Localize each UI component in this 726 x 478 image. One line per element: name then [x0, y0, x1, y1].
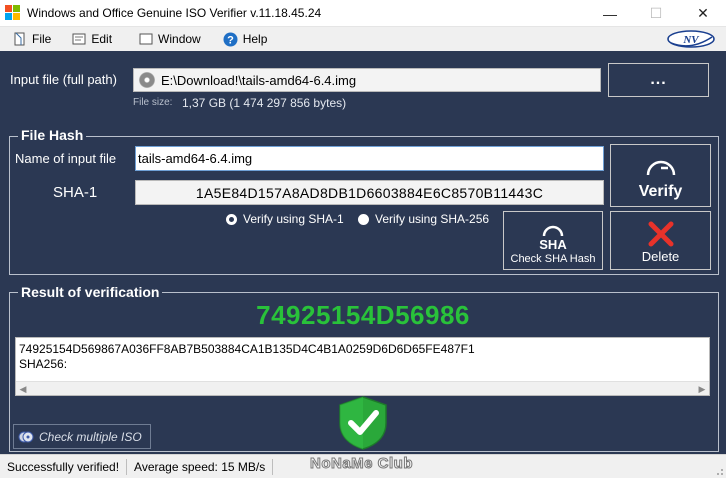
file-hash-title: File Hash: [18, 127, 87, 143]
delete-x-icon: [648, 221, 673, 247]
help-icon: ?: [223, 32, 239, 46]
close-button[interactable]: ✕: [680, 0, 726, 27]
status-speed: Average speed: 15 MB/s: [134, 459, 266, 474]
check-sha-label: Check SHA Hash: [510, 253, 596, 265]
edit-icon: [71, 32, 87, 46]
shield-check-icon: [339, 396, 387, 450]
horizontal-scrollbar[interactable]: ◀ ▶: [16, 381, 709, 395]
menu-file[interactable]: File: [6, 28, 57, 50]
maximize-button[interactable]: ☐: [633, 0, 679, 27]
radio-sha256[interactable]: Verify using SHA-256: [358, 212, 489, 226]
status-separator: [272, 458, 274, 475]
check-multiple-label: Check multiple ISO: [39, 429, 142, 444]
resize-grip-icon[interactable]: [714, 466, 724, 476]
name-of-input-field[interactable]: tails-amd64-6.4.img: [135, 146, 604, 171]
sha-icon: SHA: [539, 225, 567, 252]
watermark: NoNaMe Club: [310, 455, 414, 473]
radio-sha256-label: Verify using SHA-256: [375, 212, 490, 226]
result-title: Result of verification: [18, 284, 163, 300]
verify-button[interactable]: Verify: [610, 144, 711, 207]
check-sha-button[interactable]: SHA Check SHA Hash: [503, 211, 603, 270]
menu-bar: File Edit Window ? Help: [0, 27, 726, 51]
svg-text:?: ?: [227, 34, 234, 46]
window-title: Windows and Office Genuine ISO Verifier …: [27, 6, 322, 20]
logo-text: NV: [682, 34, 700, 46]
radio-sha1-label: Verify using SHA-1: [243, 212, 344, 226]
app-icon: [5, 5, 21, 21]
multi-disc-icon: [18, 431, 34, 442]
scroll-left-icon[interactable]: ◀: [16, 382, 30, 396]
input-file-label: Input file (full path): [10, 72, 117, 87]
menu-help[interactable]: ? Help: [217, 28, 274, 50]
minimize-button[interactable]: —: [587, 0, 633, 27]
result-code: 74925154D56986: [256, 300, 470, 330]
input-path-value: E:\Download!\tails-amd64-6.4.img: [161, 72, 357, 88]
name-of-input-label: Name of input file: [15, 151, 117, 166]
radio-sha1[interactable]: Verify using SHA-1: [226, 212, 344, 226]
input-path-field[interactable]: E:\Download!\tails-amd64-6.4.img: [133, 68, 601, 92]
sha-label: SHA-1: [53, 184, 98, 201]
menu-edit[interactable]: Edit: [65, 28, 118, 50]
verify-label: Verify: [638, 183, 683, 200]
title-bar: Windows and Office Genuine ISO Verifier …: [0, 0, 726, 27]
menu-window[interactable]: Window: [132, 28, 207, 50]
window-icon: [138, 32, 154, 46]
browse-button[interactable]: ...: [608, 63, 709, 97]
sha-value-field[interactable]: 1A5E84D157A8AD8DB1D6603884E6C8570B11443C: [135, 180, 604, 205]
radio-sha1-dot: [226, 213, 237, 225]
status-message: Successfully verified!: [7, 459, 120, 474]
sha-icon-text: SHA: [539, 237, 567, 252]
gauge-icon: [646, 160, 675, 176]
file-size-value: 1,37 GB (1 474 297 856 bytes): [182, 96, 347, 110]
result-line: SHA256:: [19, 357, 68, 371]
delete-button[interactable]: Delete: [610, 211, 711, 270]
radio-sha256-dot: [358, 213, 369, 225]
disk-icon: [139, 72, 155, 88]
result-line: 74925154D569867A036FF8AB7B503884CA1B135D…: [19, 342, 475, 356]
file-icon: [12, 32, 28, 46]
delete-label: Delete: [641, 249, 680, 264]
file-size-label: File size:: [133, 97, 173, 108]
check-multiple-iso-button[interactable]: Check multiple ISO: [13, 424, 151, 449]
result-textbox[interactable]: 74925154D569867A036FF8AB7B503884CA1B135D…: [15, 337, 710, 396]
scroll-right-icon[interactable]: ▶: [695, 382, 709, 396]
nv-logo: NV: [667, 30, 715, 48]
